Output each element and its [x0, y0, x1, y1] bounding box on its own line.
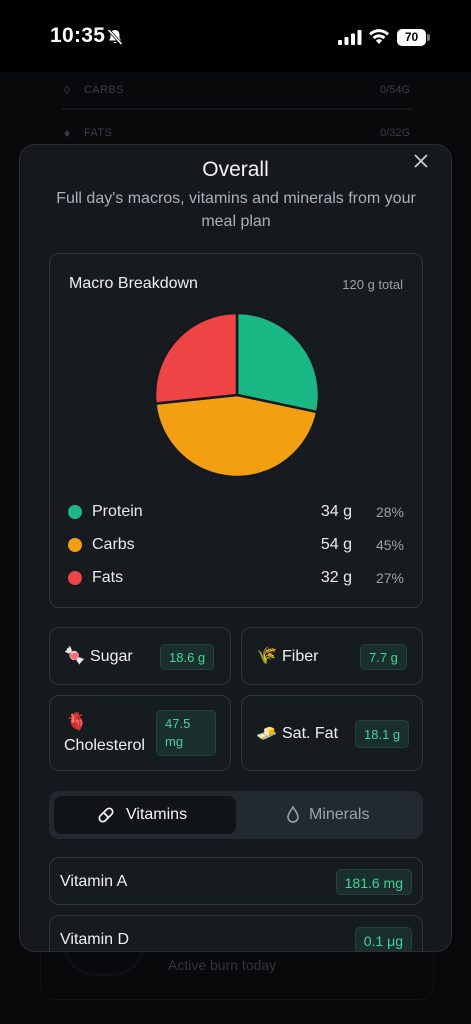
vitamin-value: 181.6 mg [335, 869, 412, 895]
legend-dot [68, 571, 82, 585]
candy-icon: 🍬 [64, 646, 86, 665]
wheat-icon: 🌾 [256, 646, 278, 665]
drop-icon: ♦ [64, 126, 71, 140]
legend-fats: Fats 32 g 27% [68, 566, 406, 590]
legend-protein: Protein 34 g 28% [68, 500, 406, 524]
legend-grams: 54 g [320, 536, 352, 553]
bg-activity-caption: Active burn today [168, 957, 277, 973]
bg-row-label: FATS [84, 127, 113, 139]
fiber-value: 7.7 g [360, 644, 407, 670]
wifi-icon [369, 29, 389, 44]
bg-row-value: 0/54G [380, 84, 410, 96]
fiber-label: Fiber [282, 648, 319, 665]
legend-percent: 28% [375, 504, 404, 520]
sat-fat-card: 🧈 Sat. Fat 18.1 g [241, 695, 423, 771]
macro-pie-chart [154, 312, 320, 478]
status-time: 10:35 [50, 24, 106, 47]
cholesterol-card: 🫀 Cholesterol 47.5 mg [49, 695, 231, 771]
macro-total: 120 g total [342, 277, 403, 292]
pill-icon [98, 807, 114, 823]
sat-fat-label: Sat. Fat [282, 725, 339, 742]
status-bar: 10:35 70 [0, 0, 471, 72]
legend-percent: 27% [375, 570, 404, 586]
overall-sheet: Overall Full day's macros, vitamins and … [19, 144, 452, 952]
battery-level: 70 [397, 29, 426, 46]
sugar-value: 18.6 g [160, 644, 215, 670]
battery-icon: 70 [397, 29, 430, 46]
vitamin-value: 0.1 μg [354, 927, 412, 951]
legend-label: Carbs [92, 536, 135, 553]
sheet-title: Overall [202, 158, 269, 181]
bg-row-label: CARBS [84, 84, 124, 96]
legend-grams: 32 g [320, 569, 352, 586]
sugar-card: 🍬 Sugar 18.6 g [49, 627, 231, 685]
pie-slice-carbs [154, 393, 319, 478]
cholesterol-value: 47.5 mg [156, 710, 216, 756]
signal-icon [338, 30, 362, 45]
heart-organ-icon: 🫀 [66, 712, 88, 731]
nutrient-tabs: Vitamins Minerals [49, 791, 423, 839]
butter-icon: 🧈 [256, 724, 278, 743]
bell-muted-icon [107, 28, 123, 46]
legend-grams: 34 g [320, 503, 352, 520]
legend-dot [68, 538, 82, 552]
vitamin-name: Vitamin A [60, 873, 128, 890]
sheet-subtitle: Full day's macros, vitamins and minerals… [56, 190, 416, 230]
legend-carbs: Carbs 54 g 45% [68, 533, 406, 557]
bg-row-value: 0/32G [380, 127, 410, 139]
droplet-icon [287, 805, 299, 823]
macro-title: Macro Breakdown [69, 275, 198, 292]
pie-slice-fats [154, 312, 239, 405]
cholesterol-label: Cholesterol [64, 737, 145, 754]
list-item: Vitamin D 0.1 μg [49, 915, 423, 951]
tab-vitamins-label: Vitamins [126, 806, 188, 823]
legend-label: Protein [92, 503, 143, 520]
fiber-card: 🌾 Fiber 7.7 g [241, 627, 423, 685]
legend-label: Fats [92, 569, 124, 586]
macro-breakdown-card: Macro Breakdown 120 g total Protein 34 g… [49, 253, 423, 608]
bg-progress-bar [62, 108, 412, 110]
vitamin-name: Vitamin D [60, 931, 130, 948]
wheat-icon: ◊ [64, 83, 70, 97]
list-item: Vitamin A 181.6 mg [49, 857, 423, 905]
sat-fat-value: 18.1 g [355, 720, 410, 748]
bg-row-carbs: ◊ CARBS 0/54G [52, 78, 422, 104]
legend-percent: 45% [375, 537, 404, 553]
tab-minerals-label: Minerals [309, 806, 370, 823]
legend-dot [68, 505, 82, 519]
sugar-label: Sugar [90, 648, 133, 665]
